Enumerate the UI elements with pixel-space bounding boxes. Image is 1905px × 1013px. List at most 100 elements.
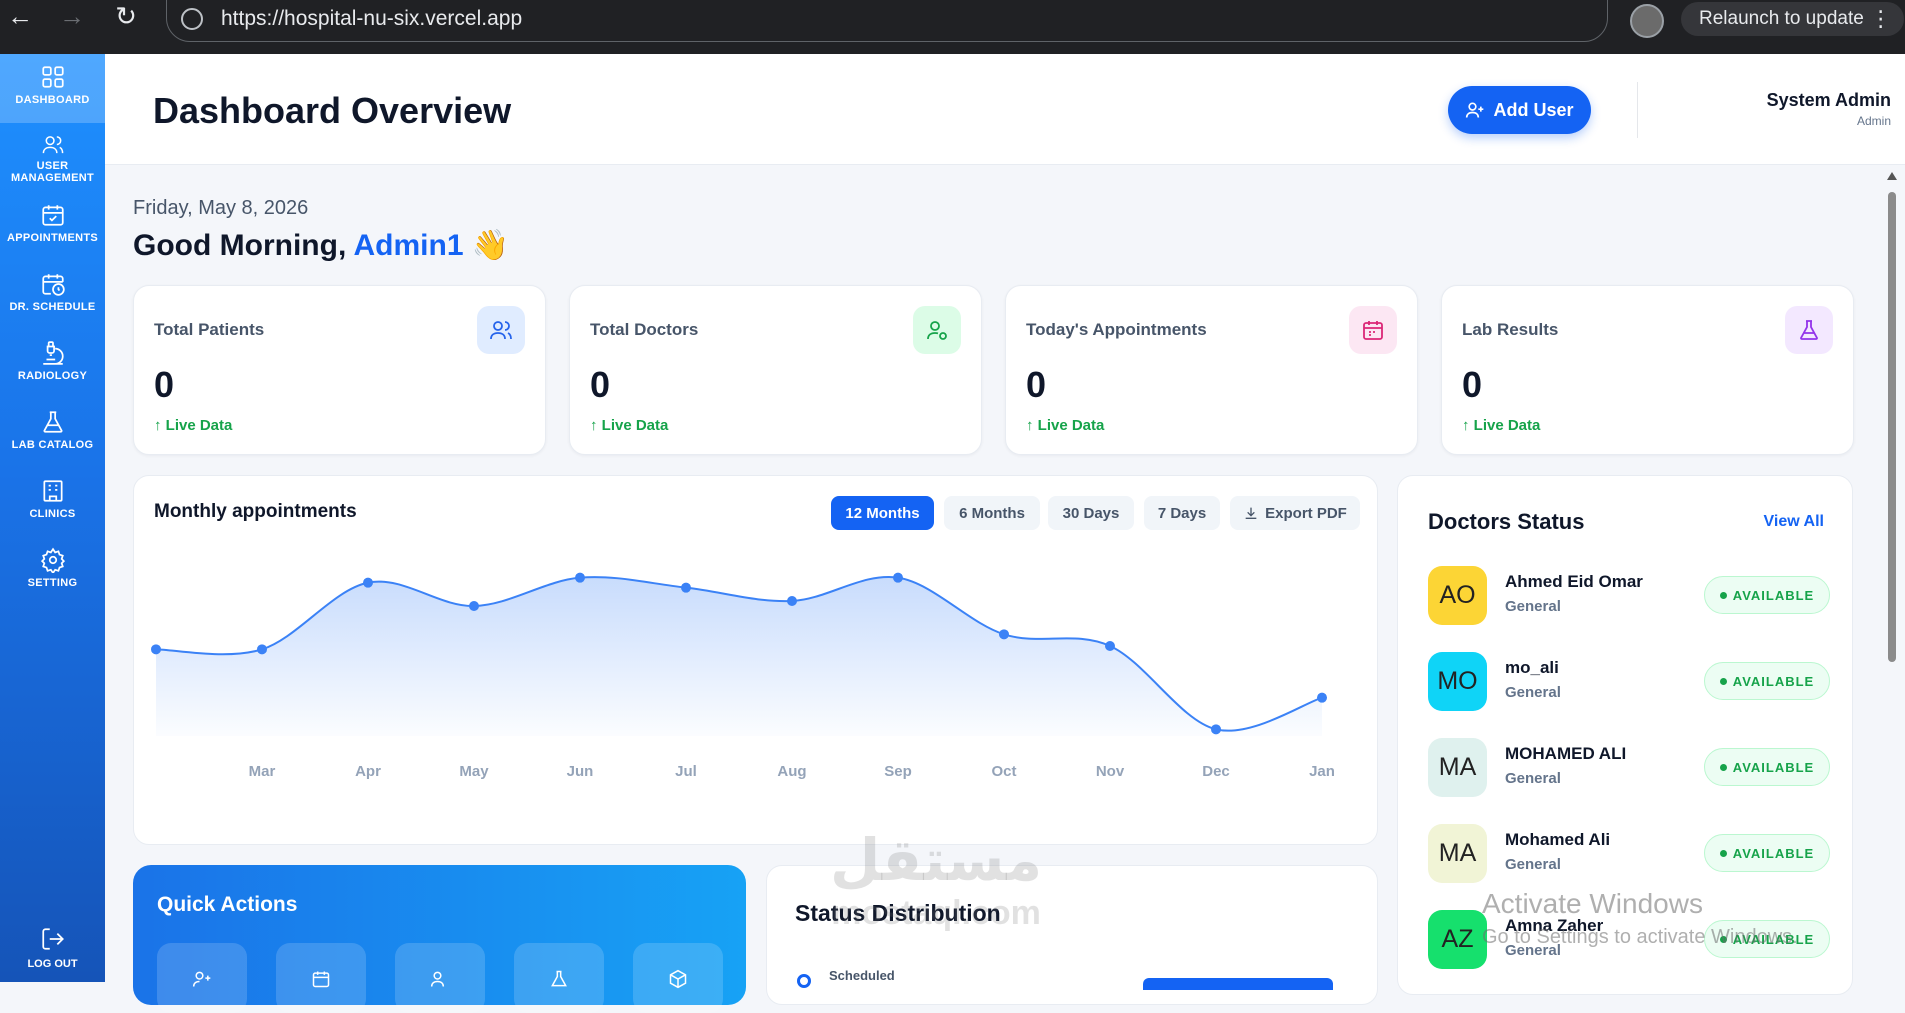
sidebar-item-clinics[interactable]: CLINICS xyxy=(0,468,105,537)
chart-data-point[interactable] xyxy=(151,644,161,655)
profile-avatar[interactable] xyxy=(1630,4,1664,38)
calendar-icon xyxy=(1349,306,1397,354)
stat-trend-label: Live Data xyxy=(165,417,233,434)
range-6-months-button[interactable]: 6 Months xyxy=(944,496,1040,530)
chart-data-point[interactable] xyxy=(999,629,1009,640)
building-icon xyxy=(42,480,63,502)
greeting-user: Admin1 xyxy=(353,229,464,262)
status-dot xyxy=(1719,591,1727,599)
stat-trend-label: Live Data xyxy=(1037,417,1105,434)
grid-icon xyxy=(41,66,64,88)
page-header: Dashboard Overview Add User System Admin… xyxy=(105,54,1905,165)
avatar: AZ xyxy=(1428,910,1487,969)
quick-action-add-user[interactable] xyxy=(157,943,247,1013)
url-text[interactable]: https://hospital-nu-six.vercel.app xyxy=(221,7,522,31)
activate-windows-notice: Activate Windows Go to Settings to activ… xyxy=(1482,888,1798,949)
wave-emoji: 👋 xyxy=(471,229,510,262)
back-icon[interactable]: ← xyxy=(0,0,40,36)
page-scrollbar[interactable] xyxy=(1885,170,1899,982)
address-bar[interactable]: https://hospital-nu-six.vercel.app xyxy=(166,0,1608,42)
chart-data-point[interactable] xyxy=(1105,641,1115,651)
logout-button[interactable]: LOG OUT xyxy=(0,926,105,970)
quick-action-patients[interactable] xyxy=(395,943,485,1013)
current-date: Friday, May 8, 2026 xyxy=(133,197,309,219)
sidebar-item-label: DR. SCHEDULE xyxy=(9,301,96,313)
scroll-up-arrow-icon[interactable] xyxy=(1887,172,1897,180)
stat-card-lab-results: Lab Results 0 ↑ Live Data xyxy=(1441,285,1854,455)
scrollbar-thumb[interactable] xyxy=(1888,192,1896,662)
doctors-status-title: Doctors Status xyxy=(1428,509,1585,534)
x-tick-label: Mar xyxy=(249,763,276,780)
range-12-months-button[interactable]: 12 Months xyxy=(831,496,934,530)
sidebar-item-setting[interactable]: SETTING xyxy=(0,537,105,606)
stat-value: 0 xyxy=(1026,364,1047,405)
sidebar-item-dashboard[interactable]: DASHBOARD xyxy=(0,54,105,123)
list-item[interactable]: MA MOHAMED ALI General AVAILABLE xyxy=(1428,738,1830,798)
list-item[interactable]: AO Ahmed Eid Omar General AVAILABLE xyxy=(1428,566,1830,626)
list-item[interactable]: MA Mohamed Ali General AVAILABLE xyxy=(1428,824,1830,884)
chart-data-point[interactable] xyxy=(1317,692,1327,703)
x-tick-label: Jul xyxy=(675,763,697,780)
view-all-link[interactable]: View All xyxy=(1764,513,1824,531)
range-7-days-button[interactable]: 7 Days xyxy=(1144,496,1220,530)
watermark: مستقل mostaql.com xyxy=(830,832,1042,939)
avatar: MA xyxy=(1428,738,1487,797)
stat-label: Lab Results xyxy=(1462,320,1559,339)
users-icon xyxy=(430,971,445,987)
flask-icon xyxy=(1785,306,1833,354)
user-cog-icon xyxy=(913,306,961,354)
chart-area-fill xyxy=(156,576,1322,736)
quick-action-appointment[interactable] xyxy=(276,943,366,1013)
export-pdf-button[interactable]: Export PDF xyxy=(1230,496,1360,530)
status-label: AVAILABLE xyxy=(1732,845,1815,861)
sidebar-item-appointments[interactable]: APPOINTMENTS xyxy=(0,192,105,261)
sidebar-item-label: DASHBOARD xyxy=(15,94,90,106)
greeting: Good Morning, Admin1 👋 xyxy=(133,228,509,263)
x-tick-label: Nov xyxy=(1096,763,1125,780)
doctor-specialty: General xyxy=(1505,856,1561,873)
calendar-icon xyxy=(312,971,330,988)
stat-trend-label: Live Data xyxy=(601,417,669,434)
package-icon xyxy=(669,969,687,989)
chart-data-point[interactable] xyxy=(257,644,267,655)
stat-trend: ↑ Live Data xyxy=(154,417,233,434)
users-icon xyxy=(477,306,525,354)
list-item[interactable]: MO mo_ali General AVAILABLE xyxy=(1428,652,1830,712)
sidebar-item-label: LAB CATALOG xyxy=(11,439,94,451)
chart-data-point[interactable] xyxy=(787,596,797,606)
avatar: MO xyxy=(1428,652,1487,711)
doctor-name: Ahmed Eid Omar xyxy=(1505,572,1643,591)
reload-icon[interactable]: ↻ xyxy=(106,0,146,36)
chart-data-point[interactable] xyxy=(363,577,373,588)
chart-data-point[interactable] xyxy=(1211,724,1221,735)
chart-data-point[interactable] xyxy=(469,601,479,611)
microscope-icon xyxy=(42,341,64,365)
sidebar-item-label: CLINICS xyxy=(29,508,76,520)
sidebar-item-user-management[interactable]: USER MANAGEMENT xyxy=(0,123,105,192)
site-info-icon[interactable] xyxy=(181,8,203,30)
add-user-button[interactable]: Add User xyxy=(1448,86,1591,134)
chart-data-point[interactable] xyxy=(575,572,585,583)
forward-icon[interactable]: → xyxy=(52,0,92,36)
quick-action-lab[interactable] xyxy=(514,943,604,1013)
sidebar-item-dr-schedule[interactable]: DR. SCHEDULE xyxy=(0,261,105,330)
quick-action-inventory[interactable] xyxy=(633,943,723,1013)
range-30-days-button[interactable]: 30 Days xyxy=(1048,496,1134,530)
sidebar-item-radiology[interactable]: RADIOLOGY xyxy=(0,330,105,399)
x-tick-label: May xyxy=(459,763,489,780)
header-divider xyxy=(1637,82,1638,138)
stat-value: 0 xyxy=(1462,364,1483,405)
users-icon xyxy=(42,136,63,154)
relaunch-button[interactable]: Relaunch to update ⋮ xyxy=(1681,2,1904,36)
chart-data-point[interactable] xyxy=(681,582,691,593)
sidebar-item-lab-catalog[interactable]: LAB CATALOG xyxy=(0,399,105,468)
more-icon[interactable]: ⋮ xyxy=(1870,6,1892,32)
greeting-text: Good Morning, xyxy=(133,229,347,262)
stat-label: Today's Appointments xyxy=(1026,320,1207,339)
status-dot xyxy=(1719,677,1727,685)
chart-data-point[interactable] xyxy=(893,572,903,583)
legend-marker xyxy=(797,974,811,988)
flask-icon xyxy=(551,970,567,987)
line-chart: Mar Apr May Jun Jul Aug Sep Oct Nov Dec Jan xyxy=(151,572,1335,780)
status-badge: AVAILABLE xyxy=(1704,576,1830,614)
